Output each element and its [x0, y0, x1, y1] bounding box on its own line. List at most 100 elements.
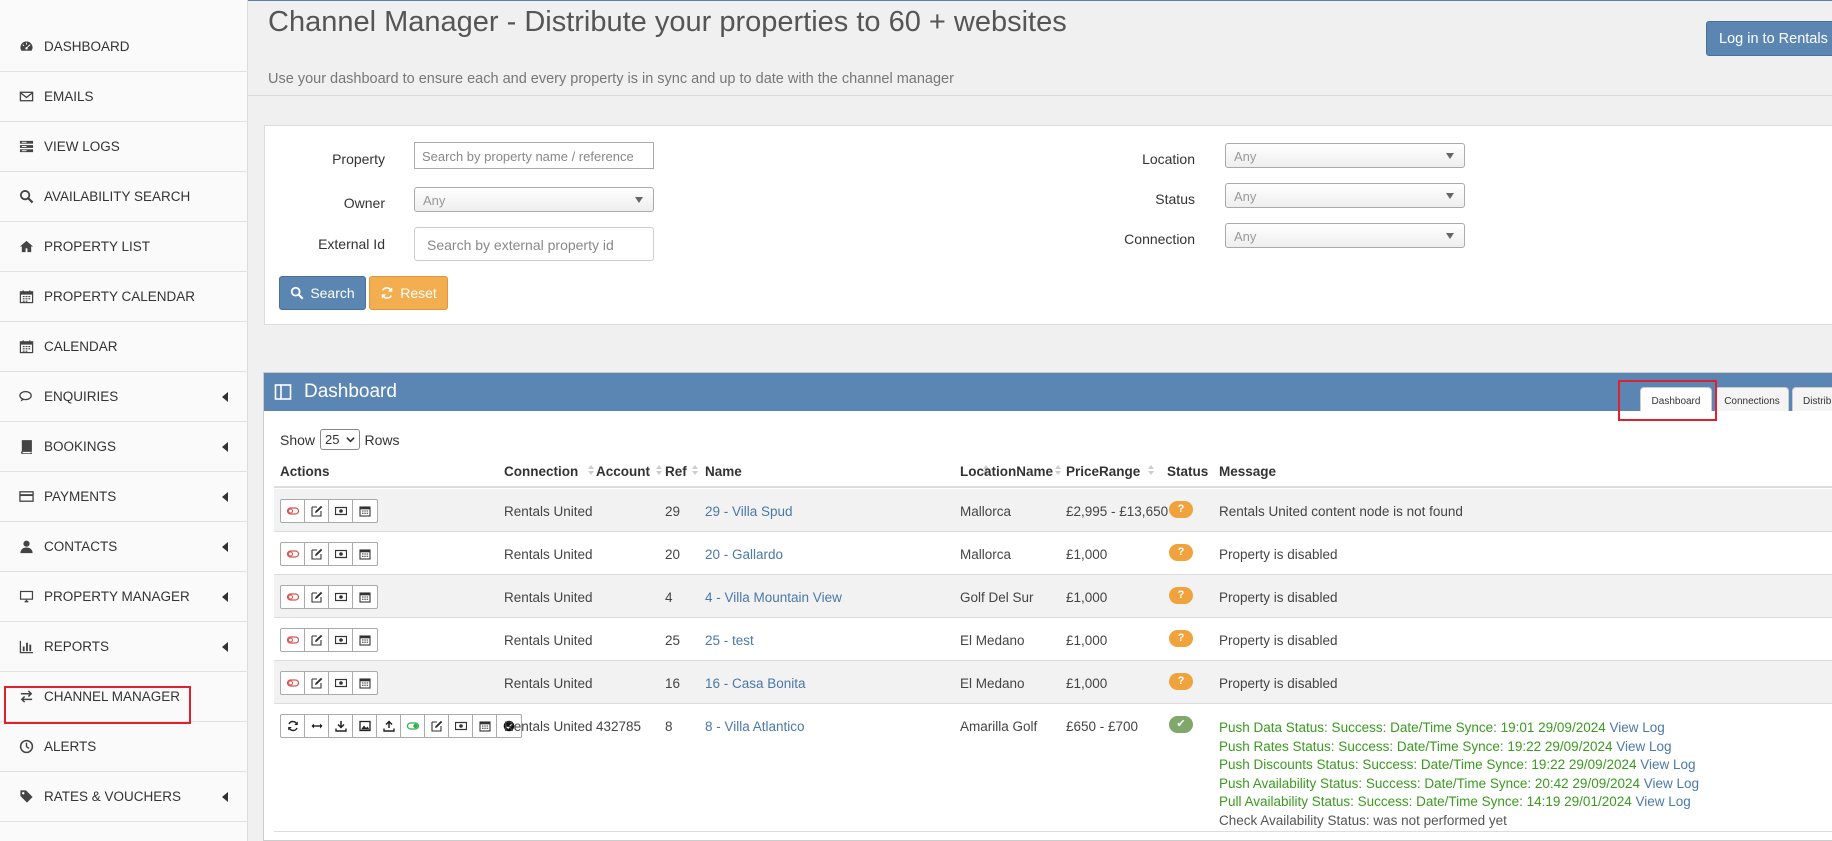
search-button[interactable]: Search — [279, 276, 366, 310]
calendar-button[interactable] — [353, 672, 377, 694]
view-log-link[interactable]: View Log — [1610, 720, 1665, 735]
edit-icon — [310, 591, 322, 603]
column-header-name[interactable]: Name — [705, 464, 989, 479]
toggle-connection-button[interactable] — [281, 500, 305, 522]
rates-button[interactable] — [329, 543, 353, 565]
status-text: Push Discounts Status: Success: Date/Tim… — [1219, 757, 1637, 772]
calendar-button[interactable] — [353, 500, 377, 522]
sidebar-item-payments[interactable]: PAYMENTS — [0, 472, 248, 522]
property-search-input[interactable]: Search by property name / reference — [414, 142, 654, 169]
edit-button[interactable] — [305, 543, 329, 565]
submenu-caret-icon — [222, 592, 228, 602]
sidebar-item-view-logs[interactable]: VIEW LOGS — [0, 122, 248, 172]
edit-button[interactable] — [305, 672, 329, 694]
edit-button[interactable] — [305, 629, 329, 651]
owner-select[interactable]: Any — [414, 187, 654, 212]
connection-select[interactable]: Any — [1225, 223, 1465, 248]
rates-button[interactable] — [329, 586, 353, 608]
toggle-connection-button[interactable] — [281, 543, 305, 565]
toggle-connection-button[interactable] — [281, 629, 305, 651]
property-label: Property — [332, 151, 385, 167]
sidebar-item-availability-search[interactable]: AVAILABILITY SEARCH — [0, 172, 248, 222]
status-label: Status — [1155, 191, 1195, 207]
toggle-connection-button[interactable] — [281, 672, 305, 694]
sidebar-item-property-list[interactable]: PROPERTY LIST — [0, 222, 248, 272]
sidebar-item-emails[interactable]: EMAILS — [0, 72, 248, 122]
connection-select-value: Any — [1234, 229, 1257, 244]
view-log-link[interactable]: View Log — [1636, 794, 1691, 809]
calendar-button[interactable] — [353, 629, 377, 651]
column-header-price-range[interactable]: PriceRange — [1066, 464, 1154, 479]
upload-button[interactable] — [377, 715, 401, 737]
images-button[interactable] — [353, 715, 377, 737]
sort-icon — [588, 465, 594, 475]
sidebar-item-bookings[interactable]: BOOKINGS — [0, 422, 248, 472]
property-name-link[interactable]: 4 - Villa Mountain View — [705, 590, 842, 605]
cell-connection: Rentals United — [504, 633, 593, 648]
calendar-button[interactable] — [353, 543, 377, 565]
calendar-button[interactable] — [473, 715, 497, 737]
cell-ref: 25 — [665, 633, 681, 648]
desktop-icon — [18, 589, 34, 605]
cell-ref: 8 — [665, 719, 673, 734]
map-button[interactable] — [305, 715, 329, 737]
calendar-button[interactable] — [353, 586, 377, 608]
login-rentals-united-button[interactable]: Log in to Rentals United — [1706, 21, 1832, 56]
tab-connections[interactable]: Connections — [1715, 387, 1789, 411]
edit-button[interactable] — [305, 500, 329, 522]
toggle-connection-button[interactable] — [401, 715, 425, 737]
sidebar-item-alerts[interactable]: ALERTS — [0, 722, 248, 772]
column-header-account[interactable]: Account — [596, 464, 662, 479]
download-button[interactable] — [329, 715, 353, 737]
row-actions — [280, 671, 378, 695]
cell-ref: 4 — [665, 590, 673, 605]
sidebar-item-property-calendar[interactable]: PROPERTY CALENDAR — [0, 272, 248, 322]
rates-button[interactable] — [329, 500, 353, 522]
column-header-connection[interactable]: Connection — [504, 464, 594, 479]
push-discounts-status: Push Discounts Status: Success: Date/Tim… — [1219, 756, 1699, 775]
row-actions — [280, 628, 378, 652]
status-badge-warning: ? — [1169, 544, 1193, 561]
column-header-ref[interactable]: Ref — [665, 464, 698, 479]
dashboard-tab-highlight — [1618, 380, 1717, 421]
external-id-input[interactable]: Search by external property id — [414, 227, 654, 261]
sidebar-item-dashboard[interactable]: DASHBOARD — [0, 22, 248, 72]
rates-button[interactable] — [329, 672, 353, 694]
view-log-link[interactable]: View Log — [1640, 757, 1695, 772]
view-log-link[interactable]: View Log — [1616, 739, 1671, 754]
clock-icon — [18, 739, 34, 755]
rates-button[interactable] — [449, 715, 473, 737]
edit-button[interactable] — [425, 715, 449, 737]
property-name-link[interactable]: 8 - Villa Atlantico — [705, 719, 805, 734]
submenu-caret-icon — [222, 442, 228, 452]
status-select[interactable]: Any — [1225, 183, 1465, 208]
chevron-down-icon — [345, 437, 355, 443]
property-name-link[interactable]: 25 - test — [705, 633, 754, 648]
property-name-link[interactable]: 20 - Gallardo — [705, 547, 783, 562]
row-actions — [280, 542, 378, 566]
sync-button[interactable] — [281, 715, 305, 737]
view-log-link[interactable]: View Log — [1644, 776, 1699, 791]
sidebar-item-enquiries[interactable]: ENQUIRIES — [0, 372, 248, 422]
push-availability-status: Push Availability Status: Success: Date/… — [1219, 775, 1699, 794]
sidebar-item-rates-vouchers[interactable]: RATES & VOUCHERS — [0, 772, 248, 822]
rates-button[interactable] — [329, 629, 353, 651]
tab-distribution[interactable]: Distribution — [1792, 387, 1832, 411]
reset-button[interactable]: Reset — [369, 276, 448, 310]
sidebar-item-contacts[interactable]: CONTACTS — [0, 522, 248, 572]
rows-per-page-select[interactable]: 25 — [320, 429, 360, 450]
location-label: Location — [1142, 151, 1195, 167]
tag-icon — [18, 789, 34, 805]
sidebar-item-property-manager[interactable]: PROPERTY MANAGER — [0, 572, 248, 622]
row-actions — [280, 499, 378, 523]
location-select[interactable]: Any — [1225, 143, 1465, 168]
download-icon — [334, 721, 347, 732]
sidebar-item-calendar[interactable]: CALENDAR — [0, 322, 248, 372]
property-name-link[interactable]: 16 - Casa Bonita — [705, 676, 806, 691]
toggle-connection-button[interactable] — [281, 586, 305, 608]
column-header-location[interactable]: LocationName — [960, 464, 1061, 479]
edit-button[interactable] — [305, 586, 329, 608]
property-name-link[interactable]: 29 - Villa Spud — [705, 504, 793, 519]
sidebar-item-reports[interactable]: REPORTS — [0, 622, 248, 672]
column-header-message: Message — [1219, 464, 1277, 479]
